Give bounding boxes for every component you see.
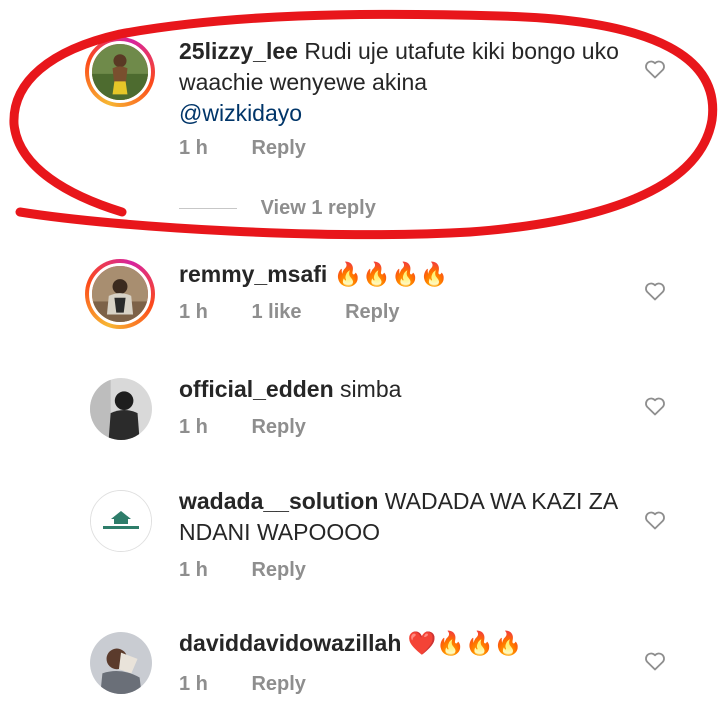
comment-meta: 1 h Reply <box>179 559 344 582</box>
username[interactable]: official_edden <box>179 376 334 402</box>
timestamp: 1 h <box>179 137 208 159</box>
comment-meta: 1 h Reply <box>179 673 344 696</box>
comment-body: simba <box>340 376 402 402</box>
comment-text: official_edden simba <box>179 374 629 405</box>
username[interactable]: wadada__solution <box>179 488 378 514</box>
avatar[interactable] <box>90 490 152 552</box>
avatar-logo <box>91 491 151 551</box>
username[interactable]: remmy_msafi <box>179 261 327 287</box>
divider <box>179 208 237 210</box>
reply-button[interactable]: Reply <box>345 301 399 323</box>
timestamp: 1 h <box>179 559 208 581</box>
avatar[interactable] <box>85 37 155 107</box>
avatar-photo <box>90 378 152 440</box>
timestamp: 1 h <box>179 673 208 695</box>
avatar-photo <box>90 632 152 694</box>
timestamp: 1 h <box>179 301 208 323</box>
heart-emoji: ❤️ <box>407 631 437 657</box>
heart-outline-icon[interactable] <box>643 57 667 81</box>
avatar-photo <box>92 44 148 100</box>
avatar-photo <box>92 266 148 322</box>
comment-meta: 1 h Reply <box>179 137 344 160</box>
timestamp: 1 h <box>179 416 208 438</box>
reply-button[interactable]: Reply <box>251 673 305 695</box>
reply-button[interactable]: Reply <box>251 137 305 159</box>
fire-emoji: 🔥🔥🔥🔥 <box>333 262 449 288</box>
avatar[interactable] <box>90 378 152 440</box>
fire-emoji: 🔥🔥🔥 <box>436 631 523 657</box>
username[interactable]: daviddavidowazillah <box>179 630 401 656</box>
comment-text: remmy_msafi 🔥🔥🔥🔥 <box>179 259 629 291</box>
avatar[interactable] <box>85 259 155 329</box>
avatar[interactable] <box>90 632 152 694</box>
heart-outline-icon[interactable] <box>643 649 667 673</box>
username[interactable]: 25lizzy_lee <box>179 38 298 64</box>
reply-button[interactable]: Reply <box>251 559 305 581</box>
comment-text: 25lizzy_lee Rudi uje utafute kiki bongo … <box>179 36 629 129</box>
reply-button[interactable]: Reply <box>251 416 305 438</box>
heart-outline-icon[interactable] <box>643 508 667 532</box>
view-replies-button[interactable]: View 1 reply <box>179 197 376 220</box>
heart-outline-icon[interactable] <box>643 394 667 418</box>
comment-text: daviddavidowazillah ❤️🔥🔥🔥 <box>179 628 629 660</box>
comment-text: wadada__solution WADADA WA KAZI ZA NDANI… <box>179 486 629 548</box>
view-replies-label: View 1 reply <box>260 197 376 219</box>
likes-count[interactable]: 1 like <box>251 301 301 323</box>
heart-outline-icon[interactable] <box>643 279 667 303</box>
comment-meta: 1 h 1 like Reply <box>179 301 438 324</box>
mention-link[interactable]: @wizkidayo <box>179 98 629 129</box>
comment-meta: 1 h Reply <box>179 416 344 439</box>
